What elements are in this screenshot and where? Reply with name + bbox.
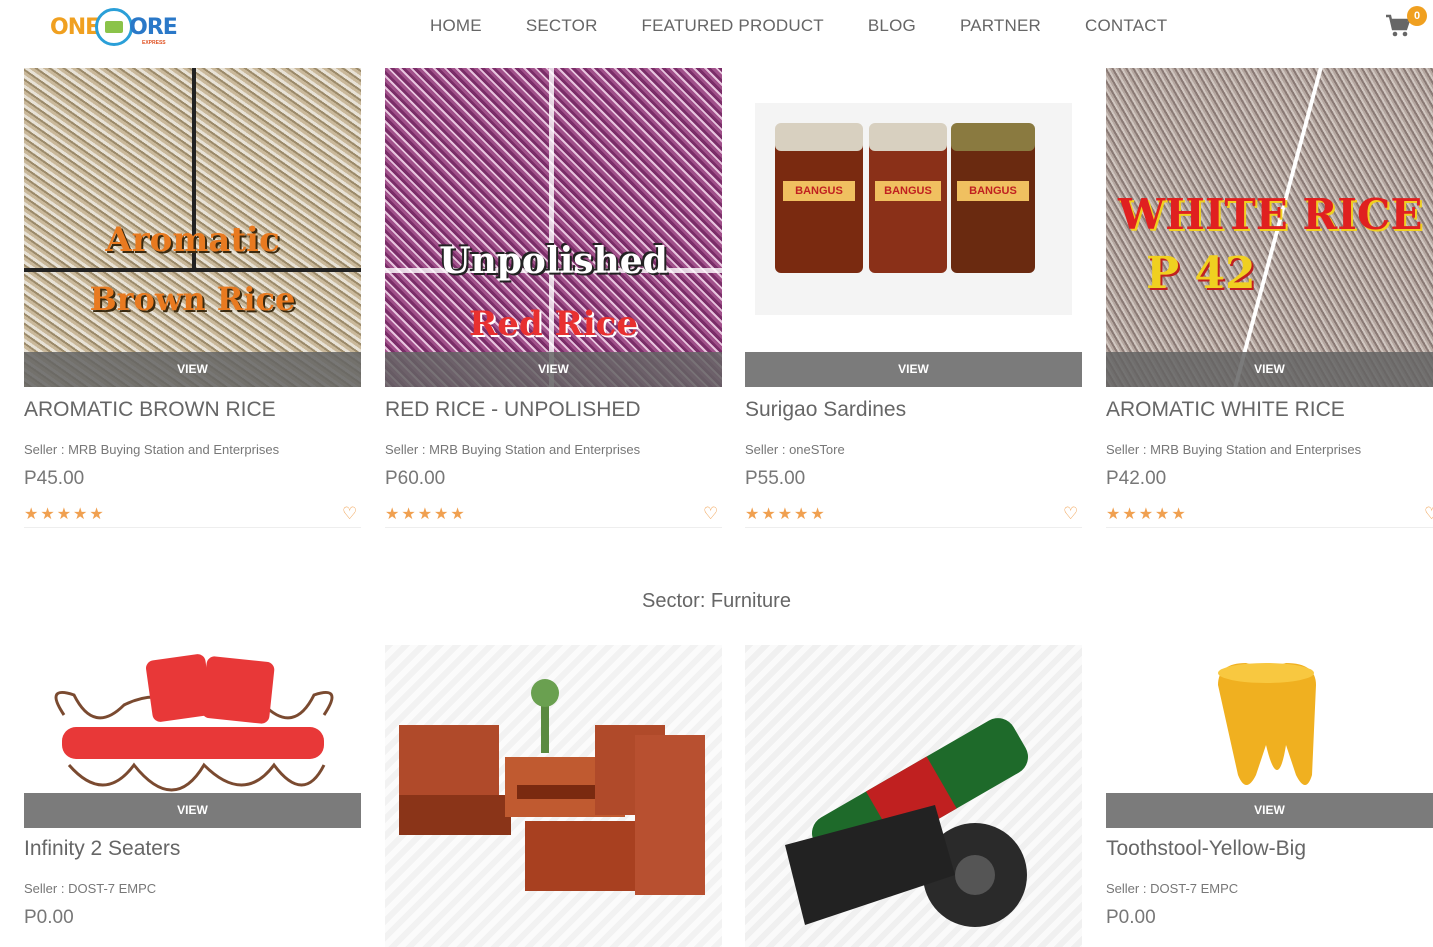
view-button[interactable]: VIEW — [1106, 793, 1433, 828]
product-image[interactable]: WHITE RICE P 42 — [1106, 68, 1433, 387]
product-name[interactable]: Toothstool-Yellow-Big — [1106, 837, 1306, 861]
product-card[interactable]: VIEW Toothstool-Yellow-Big Seller : DOST… — [1106, 645, 1433, 947]
jar-3: BANGUS — [951, 123, 1035, 273]
card-divider — [1106, 527, 1433, 528]
product-card[interactable] — [385, 645, 722, 947]
product-card[interactable] — [745, 645, 1082, 947]
product-seller: Seller : MRB Buying Station and Enterpri… — [385, 442, 641, 457]
view-button[interactable]: VIEW — [745, 352, 1082, 387]
logo-cart-icon — [95, 8, 134, 46]
product-card[interactable]: Aromatic Brown Rice VIEW AROMATIC BROWN … — [24, 68, 361, 528]
view-button[interactable]: VIEW — [24, 352, 361, 387]
heart-icon[interactable]: ♡ — [1063, 504, 1078, 524]
nav-sector[interactable]: SECTOR — [526, 16, 598, 36]
product-price: P0.00 — [1106, 907, 1156, 928]
card-divider — [24, 527, 361, 528]
view-button[interactable]: VIEW — [24, 793, 361, 828]
heart-icon[interactable]: ♡ — [1424, 504, 1433, 524]
image-label-line2: Brown Rice — [89, 280, 296, 318]
rating-stars: ★★★★★ — [385, 506, 467, 523]
rating-stars: ★★★★★ — [745, 506, 827, 523]
main-nav: HOME SECTOR FEATURED PRODUCT BLOG PARTNE… — [408, 16, 1189, 36]
jar-2: BANGUS — [869, 123, 947, 273]
nav-home[interactable]: HOME — [430, 16, 482, 36]
rating-stars: ★★★★★ — [1106, 506, 1188, 523]
product-card[interactable]: VIEW Infinity 2 Seaters Seller : DOST-7 … — [24, 645, 361, 947]
card-divider — [385, 527, 722, 528]
product-seller: Seller : oneSTore — [745, 442, 845, 457]
heart-icon[interactable]: ♡ — [342, 504, 357, 524]
product-name[interactable]: RED RICE - UNPOLISHED — [385, 398, 641, 422]
product-image[interactable] — [745, 645, 1082, 947]
logo-text-one: ONE — [50, 14, 100, 40]
product-card[interactable]: BANGUS BANGUS BANGUS VIEW Surigao Sardin… — [745, 68, 1082, 528]
cart-count-badge: 0 — [1407, 6, 1427, 26]
product-price: P0.00 — [24, 907, 74, 928]
image-label-line1: Aromatic — [105, 220, 280, 260]
image-label-line1: WHITE RICE — [1118, 190, 1423, 239]
product-price: P60.00 — [385, 468, 446, 489]
sala-set-illustration — [399, 679, 705, 895]
product-image[interactable]: Unpolished Red Rice — [385, 68, 722, 387]
jar-1: BANGUS — [775, 123, 863, 273]
view-button[interactable]: VIEW — [1106, 352, 1433, 387]
image-label-line2: P 42 — [1146, 248, 1256, 299]
image-label-line2: Red Rice — [468, 304, 638, 344]
product-name[interactable]: Surigao Sardines — [745, 398, 906, 422]
logo-text-ore: ORE — [129, 14, 178, 40]
site-header: ONE ORE EXPRESS HOME SECTOR FEATURED PRO… — [0, 0, 1433, 56]
heart-icon[interactable]: ♡ — [703, 504, 718, 524]
store-logo[interactable]: ONE ORE EXPRESS — [50, 6, 178, 48]
product-seller: Seller : DOST-7 EMPC — [24, 881, 157, 896]
view-button[interactable]: VIEW — [385, 352, 722, 387]
wine-holder-illustration — [785, 718, 1029, 927]
nav-featured-product[interactable]: FEATURED PRODUCT — [642, 16, 824, 36]
product-price: P55.00 — [745, 468, 806, 489]
product-card[interactable]: Unpolished Red Rice VIEW RED RICE - UNPO… — [385, 68, 722, 528]
sector-title: Sector: Furniture — [642, 590, 791, 612]
product-image[interactable]: BANGUS BANGUS BANGUS — [745, 68, 1082, 387]
image-label-line1: Unpolished — [439, 240, 668, 282]
product-image[interactable]: Aromatic Brown Rice — [24, 68, 361, 387]
cart-button[interactable]: 0 — [1385, 6, 1427, 44]
product-image[interactable] — [385, 645, 722, 947]
product-name[interactable]: AROMATIC WHITE RICE — [1106, 398, 1345, 422]
product-name[interactable]: AROMATIC BROWN RICE — [24, 398, 276, 422]
product-seller: Seller : MRB Buying Station and Enterpri… — [24, 442, 280, 457]
product-price: P45.00 — [24, 468, 85, 489]
logo-subtitle: EXPRESS — [142, 40, 166, 46]
nav-contact[interactable]: CONTACT — [1085, 16, 1167, 36]
nav-partner[interactable]: PARTNER — [960, 16, 1041, 36]
rating-stars: ★★★★★ — [24, 506, 106, 523]
product-seller: Seller : MRB Buying Station and Enterpri… — [1106, 442, 1362, 457]
card-divider — [745, 527, 1082, 528]
product-seller: Seller : DOST-7 EMPC — [1106, 881, 1239, 896]
product-card[interactable]: WHITE RICE P 42 VIEW AROMATIC WHITE RICE… — [1106, 68, 1433, 528]
product-name[interactable]: Infinity 2 Seaters — [24, 837, 180, 861]
product-price: P42.00 — [1106, 468, 1167, 489]
nav-blog[interactable]: BLOG — [868, 16, 916, 36]
